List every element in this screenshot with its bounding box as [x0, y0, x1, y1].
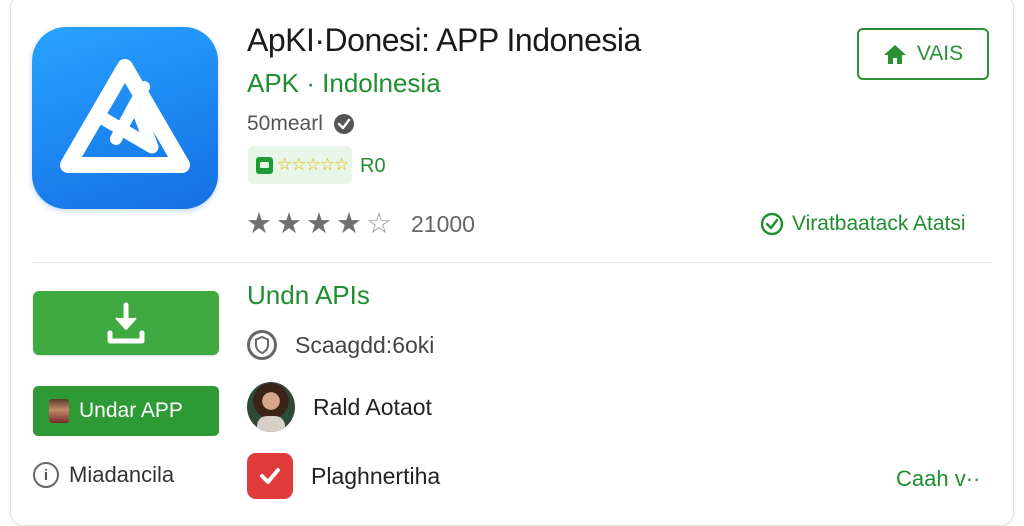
open-app-label: Undar APP [79, 399, 183, 422]
app-listing-page: ApKI·Donesi: APP Indonesia APK · Indolne… [0, 0, 1024, 526]
detail-row-contact[interactable]: Rald Aotaot [247, 382, 432, 432]
detail-row-label: Rald Aotaot [313, 393, 432, 420]
content-rating-badge: ☆☆☆☆☆ [248, 146, 352, 184]
verified-check-icon [760, 212, 784, 236]
app-title: ApKI·Donesi: APP Indonesia [247, 22, 641, 58]
open-app-button[interactable]: Undar APP [33, 386, 219, 436]
details-section-title: Undn APIs [247, 280, 370, 310]
detail-row-security[interactable]: Scaagdd:6oki [247, 330, 434, 360]
download-icon [107, 302, 145, 344]
app-meta-text: 50mearl [247, 112, 323, 135]
info-icon: i [33, 462, 59, 488]
star-rating: ★ ★ ★ ★ ☆ [246, 206, 392, 241]
detail-row-label: Scaagdd:6oki [295, 331, 435, 358]
home-icon [883, 45, 906, 64]
detail-row-permissions[interactable]: Plaghnertiha [247, 453, 440, 499]
verified-label: Viratbaatack Atatsi [792, 212, 966, 235]
star-filled-icon: ★ [276, 208, 302, 240]
star-filled-icon: ★ [246, 208, 272, 240]
info-badge-icon [333, 113, 355, 135]
app-developer-link[interactable]: APK · Indolnesia [247, 68, 441, 99]
app-info-link[interactable]: i Miadancila [33, 462, 174, 488]
ratings-count: 21000 [411, 211, 475, 237]
app-meta: 50mearl [247, 112, 355, 136]
user-avatar-icon [49, 399, 69, 423]
avatar [247, 382, 295, 432]
rating-badge-icon [256, 156, 273, 174]
verified-status[interactable]: Viratbaatack Atatsi [760, 212, 966, 236]
download-button[interactable] [33, 291, 219, 355]
home-button[interactable]: VAIS [857, 28, 989, 80]
rating-badge-stars: ☆☆☆☆☆ [277, 155, 349, 174]
star-empty-icon: ☆ [366, 208, 392, 240]
app-info-label: Miadancila [69, 462, 175, 487]
rating-badge-value: R0 [360, 155, 386, 177]
more-link[interactable]: Caah v·· [896, 466, 980, 492]
detail-row-label: Plaghnertiha [311, 462, 441, 489]
check-icon [247, 453, 293, 499]
home-button-label: VAIS [916, 42, 964, 65]
star-filled-icon: ★ [336, 208, 362, 240]
section-divider [32, 262, 992, 263]
shield-icon [247, 330, 277, 360]
star-filled-icon: ★ [306, 208, 332, 240]
app-logo-icon [32, 27, 218, 209]
